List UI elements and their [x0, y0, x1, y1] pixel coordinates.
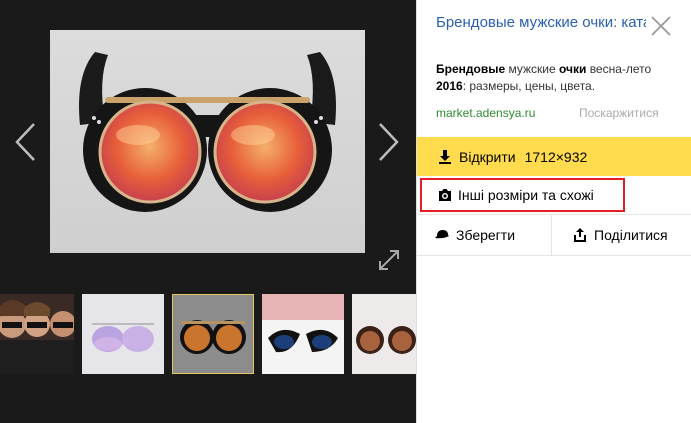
- snippet-part: Брендовые: [436, 62, 506, 76]
- similar-sizes-button[interactable]: Інші розміри та схожі: [420, 178, 625, 212]
- divider: [417, 255, 691, 256]
- snippet-part: 2016: [436, 79, 463, 93]
- snippet-part: мужские: [505, 62, 559, 76]
- chevron-right-icon[interactable]: [376, 120, 402, 164]
- thumbnail-active[interactable]: [172, 294, 254, 374]
- thumbnail[interactable]: [82, 294, 164, 374]
- expand-icon[interactable]: [377, 248, 401, 272]
- source-link[interactable]: market.adensya.ru: [436, 106, 535, 120]
- chevron-left-icon[interactable]: [12, 120, 38, 164]
- snippet-part: : размеры, цены, цвета.: [462, 79, 596, 93]
- save-button[interactable]: Зберегти: [417, 215, 550, 255]
- share-label: Поділитися: [594, 227, 668, 243]
- snippet-part: весна-лето: [586, 62, 652, 76]
- sunglasses-illustration: [79, 52, 336, 212]
- main-image[interactable]: [50, 30, 365, 253]
- share-icon: [574, 228, 586, 242]
- complain-link[interactable]: Поскаржитися: [579, 106, 659, 120]
- close-icon[interactable]: [650, 15, 672, 37]
- open-button-label: Відкрити: [459, 148, 516, 165]
- share-button[interactable]: Поділитися: [551, 215, 691, 255]
- thumbnail[interactable]: [0, 294, 74, 374]
- hat-icon: [435, 230, 449, 239]
- image-info-panel: Брендовые мужские очки: каталог товаров …: [416, 0, 691, 423]
- page-title-link[interactable]: Брендовые мужские очки: каталог товаров …: [436, 13, 646, 33]
- image-viewer: [0, 0, 416, 423]
- thumbnail[interactable]: [352, 294, 416, 374]
- download-icon: [439, 149, 451, 164]
- save-label: Зберегти: [456, 227, 516, 243]
- resolution-label: 1712×932: [524, 148, 588, 165]
- snippet-part: очки: [558, 62, 587, 76]
- snippet-text: Брендовые мужские очки весна-лето 2016: …: [436, 61, 681, 95]
- thumbnail[interactable]: [262, 294, 344, 374]
- similar-sizes-label: Інші розміри та схожі: [458, 187, 594, 203]
- thumbnail-strip: [0, 292, 416, 376]
- camera-search-icon: [439, 189, 451, 201]
- open-button[interactable]: Відкрити 1712×932: [417, 137, 691, 176]
